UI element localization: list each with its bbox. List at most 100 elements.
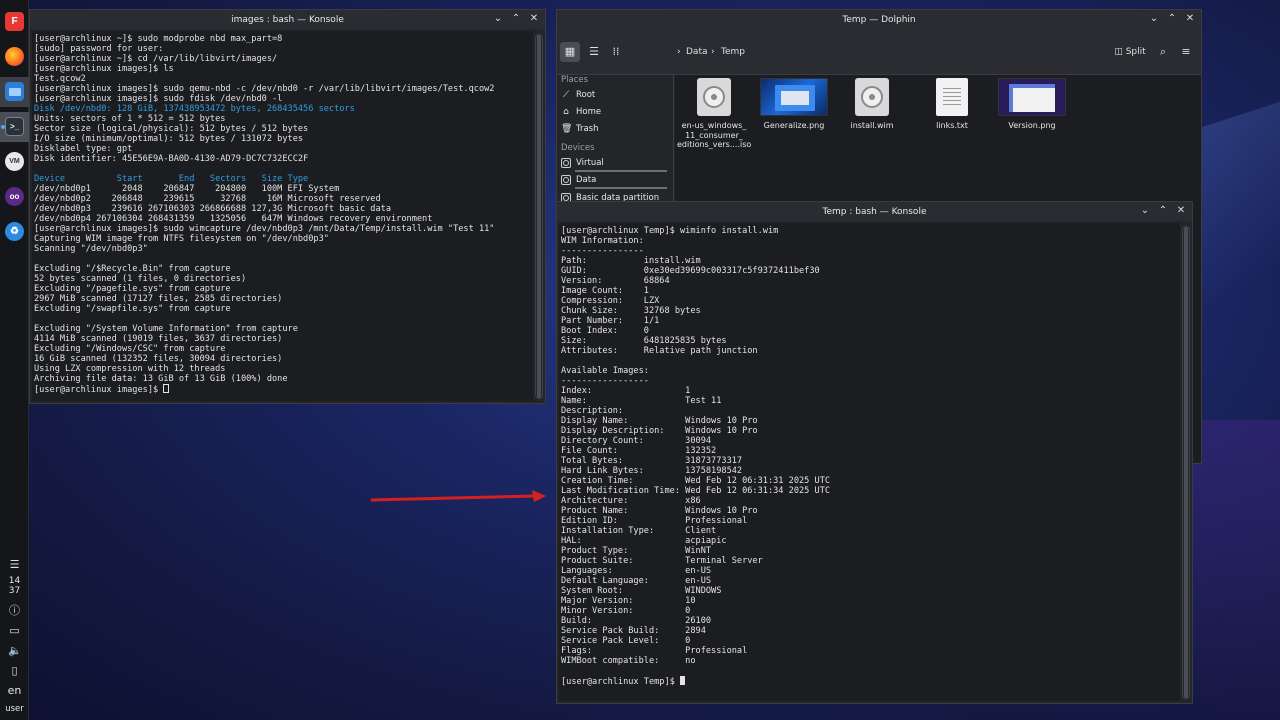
- icons-view-icon[interactable]: ▦: [560, 42, 580, 62]
- terminal-line: File Count: 132352: [561, 446, 717, 456]
- terminal-line: Available Images:: [561, 366, 649, 376]
- breadcrumb-separator-icon: ›: [711, 47, 715, 57]
- file-item[interactable]: Generalize.png: [757, 78, 831, 131]
- terminal-line: 4114 MiB scanned (19019 files, 3637 dire…: [34, 334, 283, 344]
- breadcrumb-separator-icon: ›: [677, 47, 681, 57]
- owl-app-icon[interactable]: oo: [5, 187, 24, 206]
- terminal-line: Attributes: Relative path junction: [561, 346, 758, 356]
- file-name: Version.png: [1008, 121, 1056, 130]
- text-file-icon: [936, 78, 968, 116]
- terminal-line: Excluding "/System Volume Information" f…: [34, 324, 298, 334]
- place-label: Home: [576, 107, 602, 117]
- terminal-cursor: [680, 676, 685, 685]
- terminal-line: Edition ID: Professional: [561, 516, 748, 526]
- maximize-icon[interactable]: ⌃: [1165, 12, 1179, 26]
- terminal-line: Compression: LZX: [561, 296, 660, 306]
- dolphin-toolbar: ▦ ☰ ⁞⁞ › Data › Temp ◫ Split ⌕ ≡: [557, 29, 1201, 75]
- close-icon[interactable]: ✕: [1174, 204, 1188, 218]
- terminal-line: [user@archlinux ~]$ cd /var/lib/libvirt/…: [34, 54, 278, 64]
- firefox-icon[interactable]: [5, 47, 24, 66]
- recycle-app-icon[interactable]: ♻: [5, 222, 24, 241]
- terminal-line: Image Count: 1: [561, 286, 649, 296]
- close-icon[interactable]: ✕: [527, 12, 541, 26]
- terminal-line: Size: 6481825835 bytes: [561, 336, 727, 346]
- clipboard-icon[interactable]: ▭: [8, 624, 21, 637]
- konsole-icon[interactable]: >_: [5, 117, 24, 136]
- places-heading: Places: [561, 75, 589, 85]
- file-name: links.txt: [936, 121, 968, 130]
- terminal-line: 16 GiB scanned (132352 files, 30094 dire…: [34, 354, 283, 364]
- home-icon: ⌂: [563, 107, 569, 117]
- terminal-line: I/O size (minimum/optimal): 512 bytes / …: [34, 134, 304, 144]
- device-virtual[interactable]: Virtual: [561, 155, 671, 172]
- terminal-cursor: [163, 384, 170, 393]
- terminal-line: Product Name: Windows 10 Pro: [561, 506, 758, 516]
- virt-manager-icon[interactable]: VM: [5, 152, 24, 171]
- split-button[interactable]: ◫ Split: [1111, 42, 1149, 62]
- breadcrumb-data[interactable]: Data: [686, 47, 708, 57]
- terminal-line: [user@archlinux Temp]$ wiminfo install.w…: [561, 226, 779, 236]
- terminal-line: Part Number: 1/1: [561, 316, 660, 326]
- minimize-icon[interactable]: ⌄: [491, 12, 505, 26]
- scrollbar-thumb[interactable]: [1184, 227, 1188, 698]
- terminal-line: Version: 68864: [561, 276, 670, 286]
- split-icon: ◫: [1114, 47, 1123, 57]
- minimize-icon[interactable]: ⌄: [1147, 12, 1161, 26]
- app-launcher-icon[interactable]: F: [5, 12, 24, 31]
- file-item[interactable]: links.txt: [915, 78, 989, 131]
- scrollbar[interactable]: [535, 34, 543, 399]
- terminal-output[interactable]: [user@archlinux ~]$ sudo modprobe nbd ma…: [32, 31, 533, 401]
- disc-image-icon: [697, 78, 731, 116]
- dolphin-icon[interactable]: [5, 82, 24, 101]
- compact-view-icon[interactable]: ☰: [584, 42, 604, 62]
- terminal-line: Index: 1: [561, 386, 691, 396]
- terminal-line: System Root: WINDOWS: [561, 586, 722, 596]
- close-icon[interactable]: ✕: [1183, 12, 1197, 26]
- dolphin-titlebar[interactable]: Temp — Dolphin ⌄ ⌃ ✕: [557, 10, 1201, 29]
- image-thumbnail: [760, 78, 828, 116]
- scrollbar[interactable]: [1182, 226, 1190, 699]
- place-home[interactable]: ⌂ Home: [561, 104, 671, 120]
- breadcrumb-temp[interactable]: Temp: [721, 47, 745, 57]
- image-thumbnail: [998, 78, 1066, 116]
- device-data[interactable]: Data: [561, 172, 671, 189]
- terminal-line: Last Modification Time: Wed Feb 12 06:31…: [561, 486, 831, 496]
- konsole-titlebar[interactable]: Temp : bash — Konsole ⌄ ⌃ ✕: [557, 202, 1192, 221]
- clock-hours: 14: [8, 576, 21, 586]
- maximize-icon[interactable]: ⌃: [1156, 204, 1170, 218]
- clock[interactable]: 14 37: [0, 576, 29, 596]
- terminal-line: Name: Test 11: [561, 396, 722, 406]
- user-name[interactable]: user: [0, 704, 29, 714]
- disc-image-icon: [855, 78, 889, 116]
- battery-icon[interactable]: ▯: [8, 664, 21, 677]
- konsole-titlebar[interactable]: images : bash — Konsole ⌄ ⌃ ✕: [30, 10, 545, 29]
- terminal-line: Using LZX compression with 12 threads: [34, 364, 226, 374]
- keyboard-layout[interactable]: en: [0, 684, 29, 697]
- file-item[interactable]: install.wim: [835, 78, 909, 131]
- info-icon[interactable]: ⓘ: [8, 604, 21, 617]
- menu-list-icon[interactable]: ☰: [8, 558, 21, 571]
- volume-icon[interactable]: 🔈: [8, 644, 22, 657]
- terminal-line: Disk identifier: 45E56E9A-BA0D-4130-AD79…: [34, 154, 309, 164]
- place-root[interactable]: ⟋ Root: [561, 87, 671, 103]
- maximize-icon[interactable]: ⌃: [509, 12, 523, 26]
- search-icon[interactable]: ⌕: [1153, 42, 1173, 62]
- details-view-icon[interactable]: ⁞⁞: [606, 42, 626, 62]
- konsole-window-temp[interactable]: Temp : bash — Konsole ⌄ ⌃ ✕ [user@archli…: [556, 201, 1193, 704]
- hamburger-menu-icon[interactable]: ≡: [1176, 42, 1196, 62]
- file-name: en-us_windows_ 11_consumer_ editions_ver…: [677, 121, 752, 149]
- terminal-line: Hard Link Bytes: 13758198542: [561, 466, 743, 476]
- file-item[interactable]: en-us_windows_ 11_consumer_ editions_ver…: [677, 78, 751, 150]
- devices-heading: Devices: [561, 143, 595, 153]
- place-trash[interactable]: 🗑 Trash: [561, 121, 671, 137]
- konsole-window-images[interactable]: images : bash — Konsole ⌄ ⌃ ✕ [user@arch…: [29, 9, 546, 404]
- terminal-output[interactable]: [user@archlinux Temp]$ wiminfo install.w…: [559, 223, 1180, 701]
- minimize-icon[interactable]: ⌄: [1138, 204, 1152, 218]
- file-item[interactable]: Version.png: [995, 78, 1069, 131]
- scrollbar-thumb[interactable]: [537, 35, 541, 398]
- terminal-line: [sudo] password for user:: [34, 44, 164, 54]
- place-label: Root: [576, 90, 596, 100]
